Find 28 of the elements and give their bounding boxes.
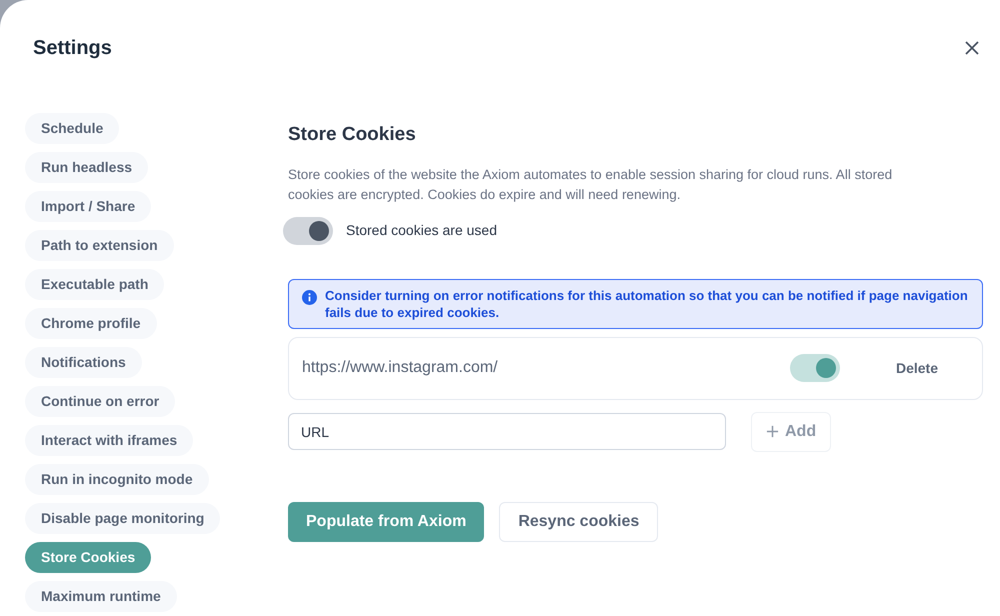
sidebar-item[interactable]: Path to extension [25, 230, 174, 261]
secondary-button[interactable]: Resync cookies [499, 502, 658, 542]
plus-icon [766, 425, 779, 438]
sidebar-item[interactable]: Executable path [25, 269, 164, 300]
sidebar-item[interactable]: Continue on error [25, 386, 176, 417]
notice-text: Consider turning on error notifications for this automation so that you can be notified if page navigation fails due to expired cookies. [325, 286, 969, 320]
dialog-title: Settings [33, 36, 112, 61]
url-input-field[interactable]: URL [288, 413, 726, 450]
sidebar-item[interactable]: Run headless [25, 152, 148, 183]
cookie-url: https://www.instagram.com/ [302, 358, 499, 378]
sidebar-item[interactable]: Import / Share [25, 191, 152, 222]
close-icon[interactable] [964, 40, 980, 56]
toggle-switch[interactable] [283, 216, 333, 244]
sidebar-item[interactable]: Schedule [25, 113, 120, 144]
sidebar-item[interactable]: Chrome profile [25, 308, 157, 339]
section-title: Store Cookies [288, 123, 417, 147]
toggle-label: Stored cookies are used [346, 221, 497, 240]
delete-button[interactable]: Delete [882, 354, 952, 382]
toggle-switch[interactable] [790, 354, 840, 382]
sidebar-item[interactable]: Interact with iframes [25, 425, 194, 456]
info-icon [302, 290, 317, 304]
primary-button[interactable]: Populate from Axiom [288, 502, 484, 542]
sidebar-item[interactable]: Disable page monitoring [25, 503, 220, 534]
sidebar-item[interactable]: Run in incognito mode [25, 464, 209, 495]
section-description: Store cookies of the website the Axiom automates to enable session sharing for cloud runs. All stored cookies are encrypted. Cookies do expire and will need renewing. [288, 166, 894, 204]
sidebar-item[interactable]: Store Cookies [25, 542, 152, 573]
sidebar-item[interactable]: Notifications [25, 347, 142, 378]
sidebar-item[interactable]: Maximum runtime [25, 581, 177, 612]
